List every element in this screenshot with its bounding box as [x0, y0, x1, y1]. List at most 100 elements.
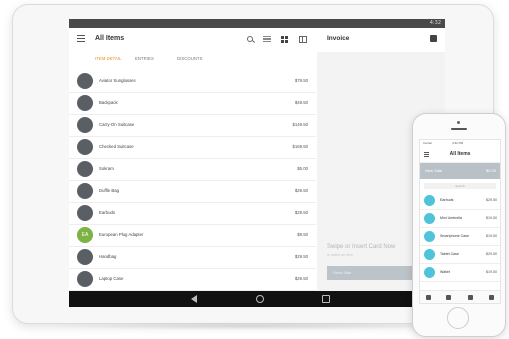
panel-toggle-icon[interactable] — [299, 36, 307, 43]
swipe-subtext: or select an item — [327, 253, 353, 257]
tag-icon[interactable] — [446, 295, 451, 300]
item-price: $149.50 — [292, 122, 308, 127]
item-name: Earbuds — [440, 198, 454, 202]
tab-bar: ITEM DETAIL ENTRIES DISCOUNTS — [69, 54, 316, 68]
status-bar: 4:32 — [69, 19, 445, 28]
item-price: $19.50 — [486, 270, 497, 274]
list-item[interactable]: Duffle Bag $29.50 — [69, 180, 316, 203]
item-name: Mini Umbrella — [440, 216, 462, 220]
list-item[interactable]: Smartphone Case $19.50 — [420, 228, 500, 246]
phone-app-bar: All Items — [420, 146, 500, 163]
search-input[interactable]: Search — [424, 183, 496, 189]
item-thumbnail — [77, 271, 93, 287]
save-sale-label: Save Sale — [333, 270, 352, 275]
item-thumbnail — [77, 117, 93, 133]
phone-status-time: 4:32 PM — [452, 141, 464, 145]
item-name: Handbag — [99, 254, 117, 259]
system-nav-bar — [69, 291, 445, 307]
search-icon[interactable] — [247, 36, 256, 44]
item-name: Smartphone Case — [440, 234, 469, 238]
grid-view-icon[interactable] — [281, 36, 289, 43]
item-price: $29.50 — [486, 198, 497, 202]
item-name: Checked Suitcase — [99, 144, 134, 149]
item-name: Aviator Sunglasses — [99, 78, 136, 83]
item-thumbnail — [77, 139, 93, 155]
list-item[interactable]: Earbuds $29.50 — [420, 192, 500, 210]
list-item[interactable]: Carry-On Suitcase $149.50 — [69, 114, 316, 137]
item-name: Wallet — [440, 270, 450, 274]
phone-screen: Carrier 4:32 PM All Items New Sale $0.00… — [419, 139, 501, 304]
item-price: $29.50 — [294, 276, 308, 281]
list-item[interactable]: Aviator Sunglasses $79.50 — [69, 70, 316, 93]
item-color-tile — [424, 195, 435, 206]
item-price: $29.50 — [294, 254, 308, 259]
item-price: $49.50 — [294, 100, 308, 105]
device-shadow — [40, 322, 460, 330]
swipe-prompt: Swipe or Insert Card Now — [327, 244, 396, 250]
list-item[interactable]: Checked Suitcase $169.50 — [69, 136, 316, 159]
tab-item-detail[interactable]: ITEM DETAIL — [95, 56, 122, 61]
item-price: $19.50 — [486, 234, 497, 238]
phone-bottom-nav — [420, 290, 500, 303]
item-price: $79.50 — [294, 78, 308, 83]
item-color-tile — [424, 213, 435, 224]
item-color-tile — [424, 249, 435, 260]
item-thumbnail — [77, 183, 93, 199]
item-name: Carry-On Suitcase — [99, 122, 135, 127]
speaker-grille — [451, 128, 467, 130]
front-camera — [457, 121, 460, 124]
item-price: $29.50 — [486, 252, 497, 256]
item-name: Duffle Bag — [99, 188, 119, 193]
list-item[interactable]: Laptop Case $29.50 — [69, 268, 316, 291]
carrier-label: Carrier — [423, 141, 433, 145]
status-time: 4:32 — [429, 20, 441, 26]
clear-sale-icon[interactable] — [430, 35, 437, 42]
item-list-pane: All Items ITEM DETAIL ENTRIES DISCOUNTS … — [69, 28, 316, 291]
home-icon[interactable] — [256, 295, 264, 303]
list-view-icon[interactable] — [263, 36, 271, 43]
tab-entries[interactable]: ENTRIES — [135, 56, 154, 61]
tablet-screen: 4:32 All Items ITEM DETAIL ENTRIES DISCO… — [69, 19, 445, 307]
list-item[interactable]: Mini Umbrella $19.50 — [420, 210, 500, 228]
invoice-title: Invoice — [327, 35, 350, 42]
item-name: Sokram — [99, 166, 114, 171]
phone-page-title: All Items — [449, 151, 471, 157]
list-item[interactable]: Handbag $29.50 — [69, 246, 316, 269]
recent-apps-icon[interactable] — [322, 295, 330, 303]
item-color-tile — [424, 231, 435, 242]
item-name: European Plug Adapter — [99, 232, 144, 237]
list-item[interactable]: EA European Plug Adapter $9.50 — [69, 224, 316, 247]
item-thumbnail — [77, 95, 93, 111]
item-price: $9.50 — [297, 232, 308, 237]
item-name: Earbuds — [99, 210, 116, 215]
item-color-tile — [424, 267, 435, 278]
item-price: $169.50 — [292, 144, 308, 149]
library-icon[interactable] — [426, 295, 431, 300]
list-item[interactable]: Backpack $49.50 — [69, 92, 316, 115]
invoice-header: Invoice — [317, 28, 445, 52]
list-item[interactable]: Wallet $19.50 — [420, 264, 500, 282]
item-thumbnail — [77, 73, 93, 89]
keypad-icon[interactable] — [468, 295, 473, 300]
list-item[interactable]: Sokram $5.00 — [69, 158, 316, 181]
tab-discounts[interactable]: DISCOUNTS — [177, 56, 203, 61]
item-name: Tablet Case — [440, 252, 459, 256]
list-item[interactable]: Tablet Case $29.50 — [420, 246, 500, 264]
sale-amount: $0.00 — [485, 168, 496, 173]
item-price: $29.50 — [294, 188, 308, 193]
phone-home-button[interactable] — [447, 307, 469, 329]
app-bar: All Items — [69, 28, 316, 52]
new-sale-bar[interactable]: New Sale $0.00 — [420, 163, 500, 179]
item-thumbnail — [77, 161, 93, 177]
item-price: $29.50 — [294, 210, 308, 215]
receipt-icon[interactable] — [489, 295, 494, 300]
item-thumbnail — [77, 249, 93, 265]
item-price: $5.00 — [297, 166, 308, 171]
search-placeholder: Search — [455, 184, 465, 188]
list-item[interactable]: Earbuds $29.50 — [69, 202, 316, 225]
menu-icon[interactable] — [77, 35, 85, 42]
item-name: Backpack — [99, 100, 118, 105]
back-icon[interactable] — [191, 295, 197, 303]
page-title: All Items — [95, 35, 125, 42]
item-initials-avatar: EA — [77, 227, 93, 243]
